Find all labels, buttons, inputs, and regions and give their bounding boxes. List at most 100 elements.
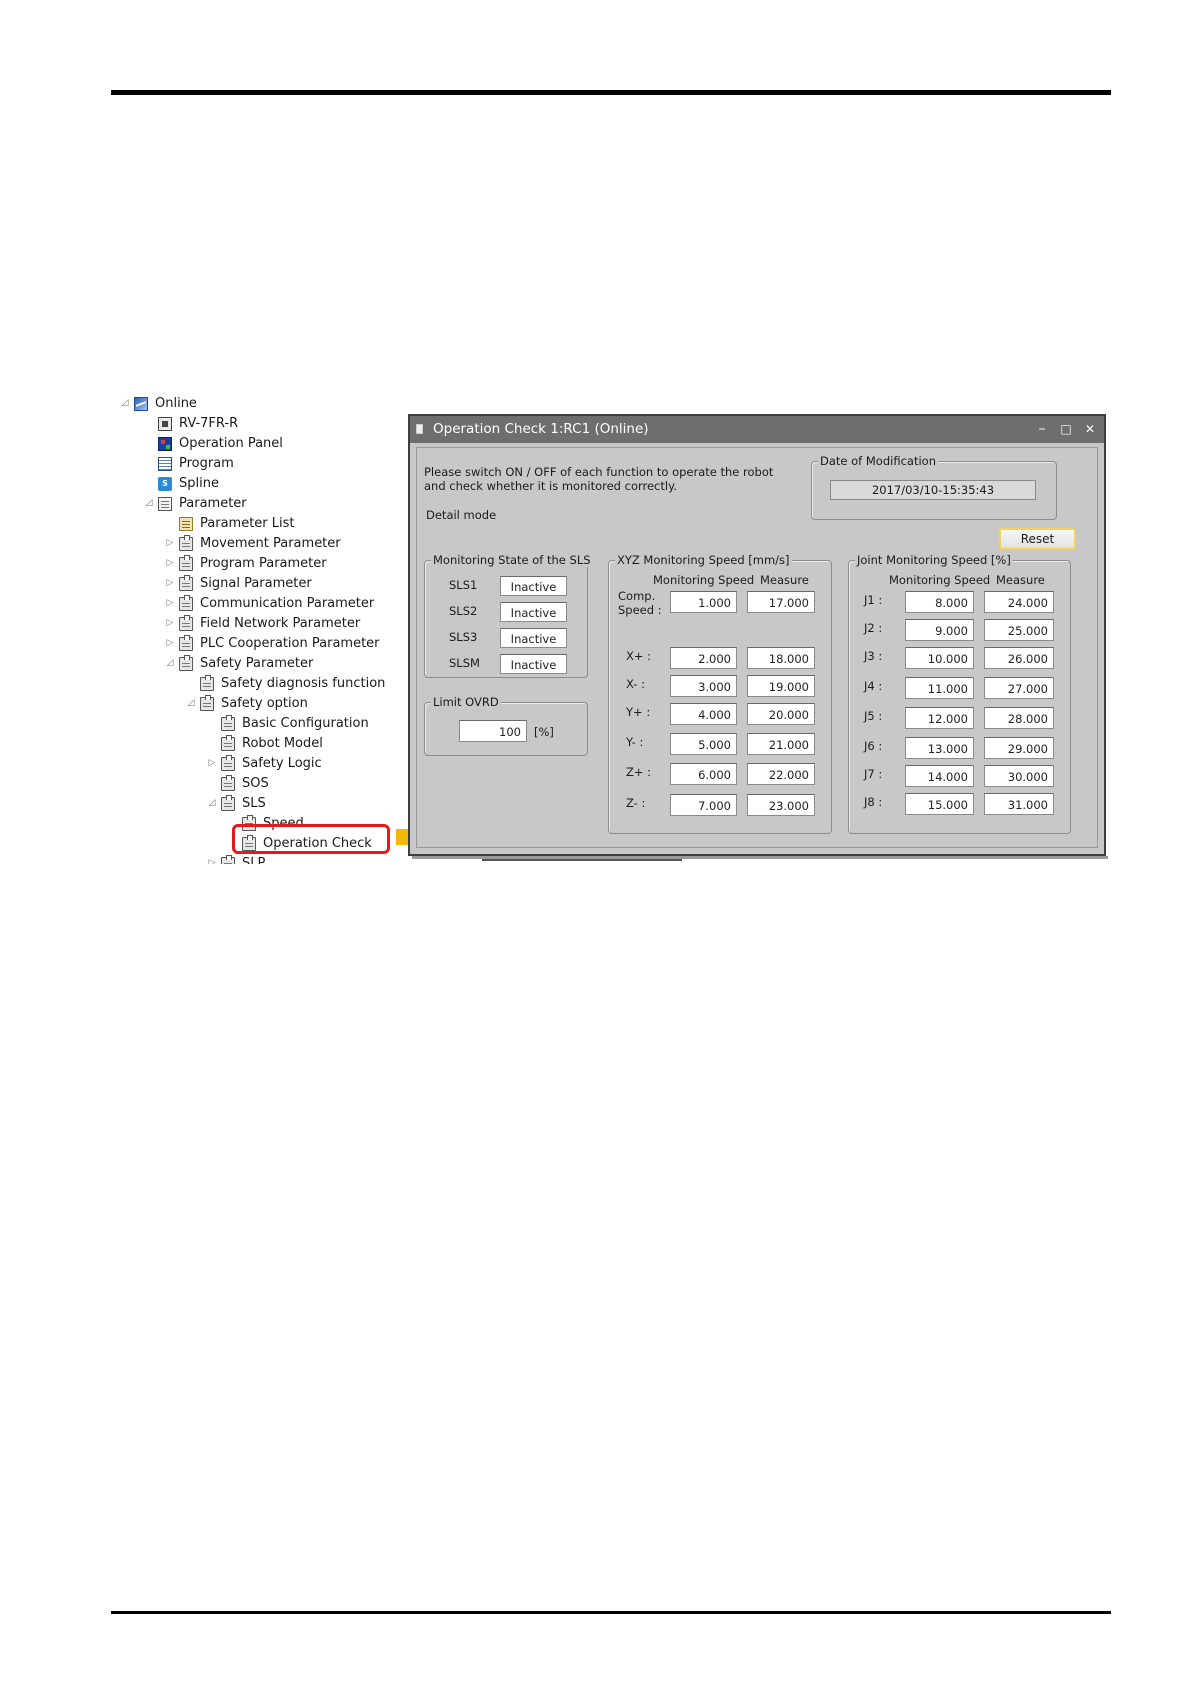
j4-measure-field: 27.000 [984,677,1054,699]
tree-item-label: Safety option [221,696,308,711]
minimize-button[interactable]: – [1032,416,1052,443]
maximize-button[interactable]: □ [1056,416,1076,443]
limit-ovrd-input[interactable]: 100 [459,720,527,742]
robot-icon [158,416,172,431]
tree-item-safety-parameter[interactable]: ◿ Safety Parameter [165,654,313,673]
expand-icon[interactable]: ▷ [165,634,175,653]
collapse-icon[interactable]: ◿ [144,494,154,513]
clipboard-icon [221,734,235,751]
clipboard-icon [200,674,214,691]
sls-label: SLS2 [449,604,478,618]
tree-item-label: SLS [242,796,266,811]
comp-speed-field: 1.000 [670,591,737,613]
clipboard-icon [179,634,193,651]
comp-measure-field: 17.000 [747,591,815,613]
j2-measure-field: 25.000 [984,619,1054,641]
tree-item-spline[interactable]: S Spline [158,474,219,493]
collapse-icon[interactable]: ◿ [207,794,217,813]
j8-speed-field: 15.000 [905,793,974,815]
joint-label: J6 : [864,739,883,753]
tree-item-label: Spline [179,476,219,491]
reset-button[interactable]: Reset [999,528,1076,550]
sls3-state-field: Inactive [500,628,567,648]
collapse-icon[interactable]: ◿ [120,394,130,413]
tree-item-safety-logic[interactable]: ▷ Safety Logic [207,754,322,773]
group-title: Joint Monitoring Speed [%] [855,553,1013,567]
online-icon [134,396,148,411]
tree-item-sos[interactable]: SOS [221,774,269,793]
tree-item-robot-model[interactable]: Robot Model [221,734,323,753]
collapse-icon[interactable]: ◿ [165,654,175,673]
tree-item-plc-cooperation-parameter[interactable]: ▷ PLC Cooperation Parameter [165,634,380,653]
clipboard-icon [221,754,235,771]
expand-icon[interactable]: ▷ [207,854,217,864]
tree-item-label: Safety Parameter [200,656,314,671]
expand-icon[interactable]: ▷ [165,574,175,593]
expand-icon[interactable]: ▷ [165,614,175,633]
xyz-monitoring-speed-group: XYZ Monitoring Speed [mm/s] Monitoring S… [608,553,832,834]
tree-item-safety-option[interactable]: ◿ Safety option [186,694,308,713]
y-plus-measure-field: 20.000 [747,703,815,725]
tree-item-label: Safety Logic [242,756,322,771]
clipboard-icon [221,794,235,811]
expand-icon[interactable]: ▷ [165,534,175,553]
tree-item-label: Robot Model [242,736,323,751]
tree-item-label: Program [179,456,234,471]
joint-label: J5 : [864,709,883,723]
header-rule [111,90,1111,95]
tree-item-slp[interactable]: ▷ SLP [207,854,265,864]
tree-item-label: Movement Parameter [200,536,341,551]
operation-panel-icon [158,436,172,451]
detail-mode-label: Detail mode [426,508,497,522]
j8-measure-field: 31.000 [984,793,1054,815]
x-minus-measure-field: 19.000 [747,675,815,697]
parameter-list-icon [179,516,193,531]
j1-measure-field: 24.000 [984,591,1054,613]
clipboard-icon [221,714,235,731]
joint-label: J1 : [864,593,883,607]
joint-label: J4 : [864,679,883,693]
tree-item-signal-parameter[interactable]: ▷ Signal Parameter [165,574,312,593]
tree-item-parameter-list[interactable]: Parameter List [179,514,295,533]
j7-measure-field: 30.000 [984,765,1054,787]
tree-item-label: Parameter List [200,516,295,531]
tree-item-program-parameter[interactable]: ▷ Program Parameter [165,554,327,573]
limit-ovrd-group: Limit OVRD 100 [%] [424,695,588,756]
axis-label: Z- : [626,796,646,810]
tree-item-field-network-parameter[interactable]: ▷ Field Network Parameter [165,614,360,633]
instruction-text: Please switch ON / OFF of each function … [424,465,774,479]
tree-item-robot[interactable]: RV-7FR-R [158,414,238,433]
tree-item-communication-parameter[interactable]: ▷ Communication Parameter [165,594,374,613]
tree-item-sls[interactable]: ◿ SLS [207,794,266,813]
collapse-icon[interactable]: ◿ [186,694,196,713]
tree-item-label: Program Parameter [200,556,327,571]
clipboard-icon [200,694,214,711]
tree-item-parameter[interactable]: ◿ Parameter [144,494,247,513]
expand-icon[interactable]: ▷ [207,754,217,773]
tree-item-label: RV-7FR-R [179,416,239,431]
expand-icon[interactable]: ▷ [165,554,175,573]
tree-item-label: Signal Parameter [200,576,312,591]
spline-icon: S [158,476,172,491]
close-button[interactable]: ✕ [1080,416,1100,443]
j3-measure-field: 26.000 [984,647,1054,669]
title-bar[interactable]: Operation Check 1:RC1 (Online) – □ ✕ [410,416,1104,443]
joint-label: J7 : [864,767,883,781]
expand-icon[interactable]: ▷ [165,594,175,613]
tree-item-movement-parameter[interactable]: ▷ Movement Parameter [165,534,341,553]
joint-label: J2 : [864,621,883,635]
clipboard-icon [179,654,193,671]
tree-item-online[interactable]: ◿ Online [120,394,197,413]
j3-speed-field: 10.000 [905,647,974,669]
tree-item-label: SLP [242,856,266,864]
group-title: Monitoring State of the SLS [431,553,593,567]
x-minus-speed-field: 3.000 [670,675,737,697]
measure-column-header: Measure [996,573,1045,587]
tree-item-safety-diagnosis-function[interactable]: Safety diagnosis function [200,674,385,693]
clipboard-icon [179,534,193,551]
tree-item-program[interactable]: Program [158,454,234,473]
axis-label: Z+ : [626,765,652,779]
underlying-window-edge [412,856,1108,861]
tree-item-basic-configuration[interactable]: Basic Configuration [221,714,369,733]
tree-item-operation-panel[interactable]: Operation Panel [158,434,283,453]
